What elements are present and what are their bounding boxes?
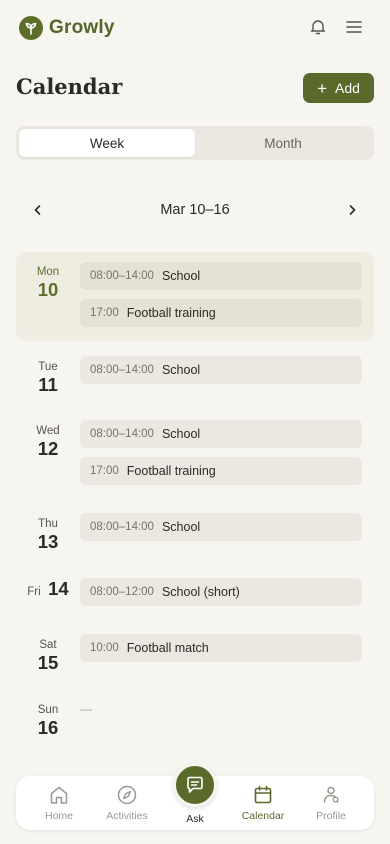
ask-button[interactable] (173, 763, 217, 807)
day-sun[interactable]: Sun 16 — (16, 699, 374, 739)
toggle-month[interactable]: Month (195, 129, 371, 157)
event-title: Football training (126, 306, 216, 320)
event-time: 08:00–14:00 (90, 364, 154, 376)
day-label: Mon 10 (16, 266, 80, 301)
event-item[interactable]: 17:00 Football training (80, 457, 362, 485)
event-time: 08:00–14:00 (90, 428, 154, 440)
event-item[interactable]: 08:00–14:00 School (80, 513, 362, 541)
day-number: 15 (37, 652, 59, 673)
day-name: Sat (39, 639, 57, 651)
event-item[interactable]: 17:00 Football training (80, 299, 362, 327)
event-item[interactable]: 08:00–14:00 School (80, 262, 362, 290)
nav-activities-label: Activities (106, 810, 148, 822)
event-title: School (161, 427, 201, 441)
week-navigator: Mar 10–16 (16, 196, 374, 224)
day-label: Sun 16 (16, 704, 80, 739)
event-time: 17:00 (90, 465, 119, 477)
event-time: 08:00–14:00 (90, 270, 154, 282)
event-title: School (161, 363, 201, 377)
day-thu[interactable]: Thu 13 08:00–14:00 School (16, 513, 374, 553)
event-time: 08:00–12:00 (90, 586, 154, 598)
chat-icon (187, 776, 203, 793)
day-number: 12 (37, 438, 59, 459)
day-number: 10 (37, 279, 59, 300)
day-name: Mon (36, 266, 60, 278)
event-item[interactable]: 08:00–14:00 School (80, 420, 362, 448)
event-title: Football training (126, 464, 216, 478)
home-icon (50, 786, 68, 804)
event-item[interactable]: 08:00–12:00 School (short) (80, 578, 362, 606)
day-fri[interactable]: Fri 14 08:00–12:00 School (short) (16, 578, 374, 606)
add-button-label: Add (335, 80, 360, 96)
event-time: 10:00 (90, 642, 119, 654)
day-number: 13 (37, 531, 59, 552)
day-name: Fri (27, 586, 41, 598)
day-name: Tue (38, 361, 58, 373)
event-time: 08:00–14:00 (90, 521, 154, 533)
nav-ask-label: Ask (186, 813, 204, 825)
event-title: School (161, 269, 201, 283)
no-events-placeholder: — (80, 702, 92, 716)
event-time: 17:00 (90, 307, 119, 319)
hamburger-menu-icon[interactable] (343, 16, 365, 38)
day-number: 16 (37, 717, 59, 738)
bell-icon[interactable] (307, 16, 329, 38)
app-name: Growly (49, 17, 115, 38)
compass-icon (117, 785, 137, 805)
calendar-icon (254, 785, 272, 804)
event-item[interactable]: 10:00 Football match (80, 634, 362, 662)
day-label: Wed 12 (16, 425, 80, 460)
event-title: Football match (126, 641, 209, 655)
sprout-icon (19, 16, 43, 40)
day-label: Thu 13 (16, 518, 80, 553)
day-label: Tue 11 (16, 361, 80, 396)
day-mon[interactable]: Mon 10 08:00–14:00 School 17:00 Football… (16, 252, 374, 341)
day-name: Thu (38, 518, 58, 530)
day-name: Sun (37, 704, 59, 716)
nav-home-label: Home (44, 810, 73, 822)
day-wed[interactable]: Wed 12 08:00–14:00 School 17:00 Football… (16, 420, 374, 486)
app-logo[interactable]: Growly (19, 16, 115, 40)
day-number: 11 (38, 374, 58, 395)
week-range: Mar 10–16 (160, 202, 230, 218)
day-label: Fri 14 (16, 578, 80, 600)
nav-profile-label: Profile (316, 810, 346, 822)
top-bar: Growly (0, 0, 390, 56)
chevron-right-icon[interactable] (340, 198, 364, 222)
view-toggle: Week Month (16, 126, 374, 160)
event-title: School (161, 520, 201, 534)
day-sat[interactable]: Sat 15 10:00 Football match (16, 634, 374, 674)
nav-home[interactable]: Home (27, 784, 91, 822)
day-label: Sat 15 (16, 639, 80, 674)
nav-calendar-label: Calendar (241, 810, 285, 822)
page-title: Calendar (16, 74, 123, 99)
day-number: 14 (48, 578, 69, 599)
day-name: Wed (36, 425, 60, 437)
day-tue[interactable]: Tue 11 08:00–14:00 School (16, 356, 374, 396)
plus-icon: + (317, 78, 327, 98)
profile-icon (323, 786, 339, 803)
nav-activities[interactable]: Activities (95, 784, 159, 822)
toggle-week[interactable]: Week (19, 129, 195, 157)
nav-calendar[interactable]: Calendar (231, 784, 295, 822)
event-title: School (short) (161, 585, 240, 599)
event-item[interactable]: 08:00–14:00 School (80, 356, 362, 384)
add-button[interactable]: + Add (303, 73, 374, 103)
bottom-nav: Home Activities Ask Calendar Profile (16, 763, 374, 830)
nav-profile[interactable]: Profile (299, 784, 363, 822)
